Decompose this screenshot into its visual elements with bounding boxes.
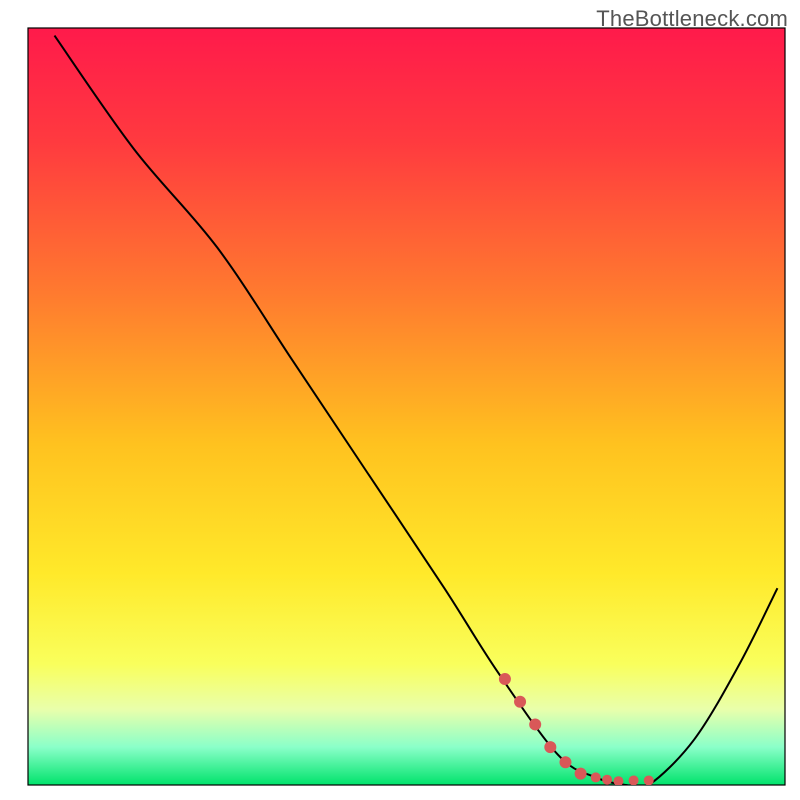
highlight-dot xyxy=(544,741,556,753)
highlight-dot xyxy=(602,775,612,785)
highlight-dot xyxy=(644,775,654,785)
highlight-dot xyxy=(559,756,571,768)
highlight-dot xyxy=(575,768,587,780)
highlight-dot xyxy=(514,696,526,708)
highlight-dot xyxy=(591,772,601,782)
highlight-dot xyxy=(629,775,639,785)
highlight-dot xyxy=(499,673,511,685)
highlight-dot xyxy=(529,718,541,730)
heat-gradient-background xyxy=(28,28,785,785)
bottleneck-chart xyxy=(0,0,800,800)
highlight-dot xyxy=(613,776,623,786)
